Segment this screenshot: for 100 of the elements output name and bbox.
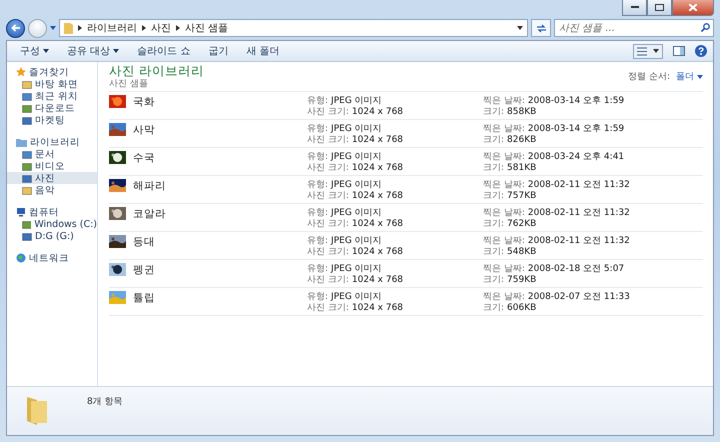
- minimize-icon: [630, 6, 638, 9]
- property-value: 2008-02-11 오전 11:32: [528, 208, 630, 218]
- sidebar-item[interactable]: D:G (G:): [7, 230, 97, 242]
- breadcrumb[interactable]: 사진: [151, 21, 171, 35]
- property-label: 찍은 날짜:: [483, 152, 525, 162]
- maximize-button[interactable]: [647, 0, 672, 16]
- toolbar-button[interactable]: 구성: [13, 42, 56, 60]
- sidebar-item[interactable]: 최근 위치: [7, 90, 97, 102]
- sidebar-item[interactable]: 바탕 화면: [7, 78, 97, 90]
- property-label: 찍은 날짜:: [483, 236, 525, 246]
- property-value: 826KB: [507, 134, 536, 146]
- property-value: 2008-02-11 오전 11:32: [528, 180, 630, 190]
- property-value: JPEG 이미지: [331, 152, 382, 162]
- view-button[interactable]: [633, 44, 663, 58]
- toolbar-button[interactable]: 새 폴더: [239, 42, 287, 60]
- arrange-label: 정렬 순서:: [628, 71, 670, 83]
- sidebar-item[interactable]: 비디오: [7, 160, 97, 172]
- property-label: 크기:: [483, 274, 504, 286]
- arrange-dropdown[interactable]: 폴더: [676, 70, 703, 83]
- property-value: 1024 x 768: [352, 106, 404, 118]
- property-value: 1024 x 768: [352, 162, 404, 174]
- toolbar-button[interactable]: 슬라이드 쇼: [130, 42, 198, 60]
- property-value: 1024 x 768: [352, 302, 404, 314]
- sidebar-heading[interactable]: 네트워크: [7, 252, 97, 264]
- chevron-icon: [176, 25, 180, 31]
- list-icon: [637, 46, 647, 56]
- property-value: JPEG 이미지: [331, 292, 382, 302]
- sidebar-item[interactable]: 음악: [7, 184, 97, 196]
- globe-icon: [16, 253, 26, 263]
- property-value: 762KB: [507, 218, 536, 230]
- caret-icon: [653, 49, 659, 53]
- minimize-button[interactable]: [622, 0, 647, 16]
- library-subtitle: 사진 샘플: [109, 78, 149, 90]
- property-value: 2008-03-14 오후 1:59: [528, 96, 624, 106]
- caret-icon: [697, 74, 703, 78]
- back-button[interactable]: [6, 18, 25, 38]
- property-value: 2008-03-14 오후 1:59: [528, 124, 624, 134]
- property-value: 1024 x 768: [352, 190, 404, 202]
- breadcrumb[interactable]: 사진 샘플: [185, 21, 228, 35]
- property-value: 1024 x 768: [352, 274, 404, 286]
- caret-icon: [43, 49, 49, 53]
- property-label: 크기:: [483, 106, 504, 118]
- sidebar-item[interactable]: 마켓팅: [7, 114, 97, 126]
- file-name[interactable]: 국화: [133, 94, 155, 108]
- breadcrumb[interactable]: 라이브러리: [87, 21, 137, 35]
- property-label: 유형:: [307, 292, 328, 302]
- property-label: 크기:: [483, 302, 504, 314]
- property-label: 크기:: [483, 134, 504, 146]
- item-count: 8개 항목: [87, 396, 123, 408]
- sidebar-heading[interactable]: 즐겨찾기: [7, 66, 97, 78]
- property-label: 유형:: [307, 264, 328, 274]
- search-icon: [701, 23, 710, 32]
- property-label: 사진 크기:: [307, 134, 349, 146]
- property-value: 1024 x 768: [352, 218, 404, 230]
- close-button[interactable]: [672, 0, 714, 16]
- file-name[interactable]: 코알라: [133, 206, 166, 220]
- sidebar-item[interactable]: 사진: [7, 172, 97, 184]
- property-value: JPEG 이미지: [331, 96, 382, 106]
- toolbar-button[interactable]: 공유 대상: [60, 42, 126, 60]
- preview-pane-icon[interactable]: [673, 46, 685, 56]
- close-icon: [689, 4, 697, 11]
- property-label: 유형:: [307, 208, 328, 218]
- file-name[interactable]: 수국: [133, 150, 155, 164]
- property-label: 유형:: [307, 152, 328, 162]
- search-field[interactable]: 사진 샘플 ...: [554, 19, 714, 37]
- file-name[interactable]: 등대: [133, 234, 155, 248]
- property-label: 사진 크기:: [307, 190, 349, 202]
- help-icon[interactable]: [695, 45, 707, 57]
- file-name[interactable]: 튤립: [133, 290, 155, 304]
- property-label: 크기:: [483, 246, 504, 258]
- address-bar[interactable]: 라이브러리 사진 사진 샘플: [59, 19, 528, 37]
- toolbar-button[interactable]: 굽기: [201, 42, 236, 60]
- property-label: 찍은 날짜:: [483, 208, 525, 218]
- property-label: 사진 크기:: [307, 246, 349, 258]
- sidebar-heading[interactable]: 라이브러리: [7, 136, 97, 148]
- caret-icon: [517, 26, 523, 30]
- file-name[interactable]: 사막: [133, 122, 155, 136]
- library-title: 사진 라이브러리: [109, 64, 204, 76]
- chevron-icon: [142, 25, 146, 31]
- property-value: 1024 x 768: [352, 246, 404, 258]
- property-label: 사진 크기:: [307, 218, 349, 230]
- file-name[interactable]: 펭귄: [133, 262, 155, 276]
- property-label: 찍은 날짜:: [483, 96, 525, 106]
- property-value: 2008-02-18 오전 5:07: [528, 264, 624, 274]
- property-value: 757KB: [507, 190, 536, 202]
- property-value: JPEG 이미지: [331, 124, 382, 134]
- property-value: 858KB: [507, 106, 536, 118]
- property-value: JPEG 이미지: [331, 264, 382, 274]
- file-name[interactable]: 해파리: [133, 178, 166, 192]
- property-label: 크기:: [483, 218, 504, 230]
- sidebar-heading[interactable]: 컴퓨터: [7, 206, 97, 218]
- sidebar-item[interactable]: 문서: [7, 148, 97, 160]
- property-label: 유형:: [307, 124, 328, 134]
- property-value: JPEG 이미지: [331, 208, 382, 218]
- property-value: 759KB: [507, 274, 536, 286]
- sidebar-item[interactable]: 다운로드: [7, 102, 97, 114]
- sidebar-item[interactable]: Windows (C:): [7, 218, 97, 230]
- property-value: 606KB: [507, 302, 536, 314]
- caret-icon: [113, 49, 120, 53]
- refresh-button[interactable]: [531, 19, 551, 37]
